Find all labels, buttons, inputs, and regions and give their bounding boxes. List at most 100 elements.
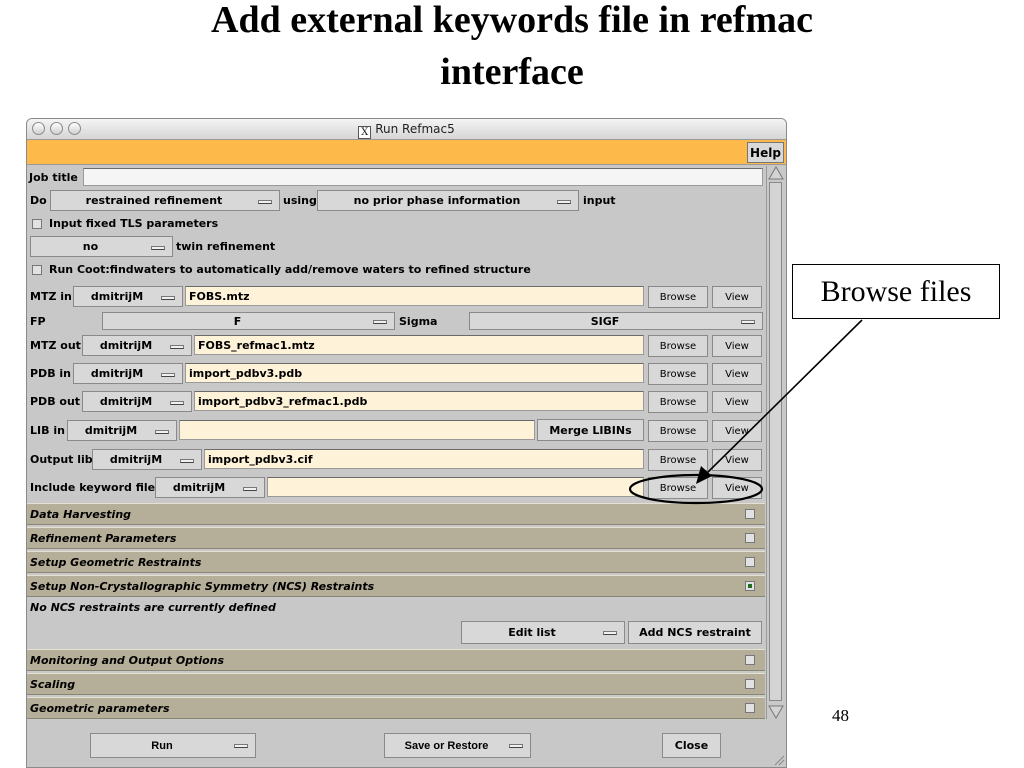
section-geometric-restraints[interactable]: Setup Geometric Restraints (27, 551, 765, 573)
scroll-thumb[interactable] (769, 182, 782, 701)
section-toggle[interactable] (745, 703, 755, 713)
sigma-value: SIGF (590, 314, 620, 328)
slide-title-line1: Add external keywords file in refmac (211, 0, 813, 41)
browse-button[interactable]: Browse (648, 391, 708, 413)
sigma-menu[interactable]: SIGF (469, 312, 763, 330)
coot-label: Run Coot:findwaters to automatically add… (49, 263, 531, 276)
section-toggle[interactable] (745, 557, 755, 567)
view-button[interactable]: View (712, 286, 762, 308)
section-geometric-parameters[interactable]: Geometric parameters (27, 697, 765, 719)
view-button[interactable]: View (712, 449, 762, 471)
refinement-mode-menu[interactable]: restrained refinement (50, 190, 280, 211)
pdb-in-input[interactable]: import_pdbv3.pdb (185, 363, 644, 383)
view-button[interactable]: View (712, 335, 762, 357)
browse-button[interactable]: Browse (648, 363, 708, 385)
job-title-label: Job title (29, 171, 78, 184)
file-label: PDB out (30, 395, 81, 408)
ncs-actions-row: Edit list Add NCS restraint (27, 619, 765, 647)
tls-row: Input fixed TLS parameters (27, 213, 765, 235)
ncs-message: No NCS restraints are currently defined (30, 601, 276, 614)
project-menu[interactable]: dmitrijM (73, 286, 183, 307)
resize-grip-icon[interactable] (773, 754, 785, 766)
refinement-mode-value: restrained refinement (85, 194, 223, 207)
using-label: using (283, 194, 317, 207)
menu-indicator-icon (258, 200, 272, 204)
scroll-up-arrow-icon[interactable] (768, 166, 784, 180)
twin-menu[interactable]: no (30, 236, 173, 257)
file-label: Output lib (30, 453, 93, 466)
project-menu[interactable]: dmitrijM (73, 363, 183, 384)
project-menu[interactable]: dmitrijM (82, 335, 192, 356)
project-value: dmitrijM (90, 290, 144, 303)
phase-info-menu[interactable]: no prior phase information (317, 190, 579, 211)
project-menu[interactable]: dmitrijM (67, 420, 177, 441)
browse-button[interactable]: Browse (648, 420, 708, 442)
section-monitoring-output[interactable]: Monitoring and Output Options (27, 649, 765, 671)
project-menu[interactable]: dmitrijM (92, 449, 202, 470)
browse-files-callout: Browse files (792, 264, 1000, 319)
section-label: Setup Non-Crystallographic Symmetry (NCS… (30, 580, 375, 593)
lib-in-input[interactable] (179, 420, 535, 440)
menu-indicator-icon (557, 200, 571, 204)
mtz-out-input[interactable]: FOBS_refmac1.mtz (194, 335, 644, 355)
output-lib-input[interactable]: import_pdbv3.cif (204, 449, 644, 469)
tls-label: Input fixed TLS parameters (49, 217, 219, 230)
merge-libins-button[interactable]: Merge LIBINs (537, 419, 644, 441)
save-restore-menu[interactable]: Save or Restore (384, 733, 531, 758)
section-toggle[interactable] (745, 509, 755, 519)
browse-button[interactable]: Browse (648, 286, 708, 308)
section-label: Refinement Parameters (30, 532, 177, 545)
menu-indicator-icon (373, 320, 387, 324)
add-ncs-restraint-button[interactable]: Add NCS restraint (628, 621, 762, 644)
save-restore-value: Save or Restore (404, 739, 489, 752)
section-label: Setup Geometric Restraints (30, 556, 202, 569)
view-button[interactable]: View (712, 477, 762, 499)
browse-button[interactable]: Browse (648, 335, 708, 357)
section-refinement-parameters[interactable]: Refinement Parameters (27, 527, 765, 549)
project-menu[interactable]: dmitrijM (82, 391, 192, 412)
edit-list-menu[interactable]: Edit list (461, 621, 625, 644)
phase-info-value: no prior phase information (353, 194, 521, 207)
tls-checkbox[interactable] (32, 219, 42, 229)
project-menu[interactable]: dmitrijM (155, 477, 265, 498)
browse-button[interactable]: Browse (648, 477, 708, 499)
footer-bar: Run Save or Restore Close (27, 719, 786, 767)
coot-checkbox[interactable] (32, 265, 42, 275)
twin-value: no (82, 240, 99, 253)
refmac-window: X Run Refmac5 Help Job title Do restraine… (26, 118, 787, 768)
view-button[interactable]: View (712, 420, 762, 442)
pdb-out-input[interactable]: import_pdbv3_refmac1.pdb (194, 391, 644, 411)
browse-button[interactable]: Browse (648, 449, 708, 471)
close-button[interactable]: Close (662, 733, 721, 758)
mtz-in-input[interactable]: FOBS.mtz (185, 286, 644, 306)
fp-row: FP F Sigma SIGF (27, 311, 765, 331)
project-value: dmitrijM (172, 481, 226, 494)
fp-menu[interactable]: F (102, 312, 395, 330)
file-label: MTZ out (30, 339, 81, 352)
scroll-down-arrow-icon[interactable] (768, 705, 784, 719)
section-toggle[interactable] (745, 581, 755, 591)
run-menu[interactable]: Run (90, 733, 256, 758)
section-scaling[interactable]: Scaling (27, 673, 765, 695)
slide-title-line2: interface (440, 51, 584, 93)
project-value: dmitrijM (99, 395, 153, 408)
section-toggle[interactable] (745, 655, 755, 665)
menu-indicator-icon (509, 744, 523, 748)
fp-label: FP (30, 315, 46, 328)
view-button[interactable]: View (712, 363, 762, 385)
title-bar[interactable]: X Run Refmac5 (27, 119, 786, 140)
input-label: input (583, 194, 616, 207)
file-label: LIB in (30, 424, 65, 437)
help-button[interactable]: Help (747, 142, 784, 163)
section-data-harvesting[interactable]: Data Harvesting (27, 503, 765, 525)
pdb-out-row: PDB out dmitrijM import_pdbv3_refmac1.pd… (27, 388, 765, 416)
do-label: Do (30, 194, 47, 207)
section-toggle[interactable] (745, 533, 755, 543)
section-toggle[interactable] (745, 679, 755, 689)
section-ncs-restraints[interactable]: Setup Non-Crystallographic Symmetry (NCS… (27, 575, 765, 597)
vertical-scrollbar[interactable] (766, 166, 784, 719)
menu-indicator-icon (170, 401, 184, 405)
job-title-input[interactable] (83, 168, 763, 186)
view-button[interactable]: View (712, 391, 762, 413)
keyword-file-input[interactable] (267, 477, 644, 497)
